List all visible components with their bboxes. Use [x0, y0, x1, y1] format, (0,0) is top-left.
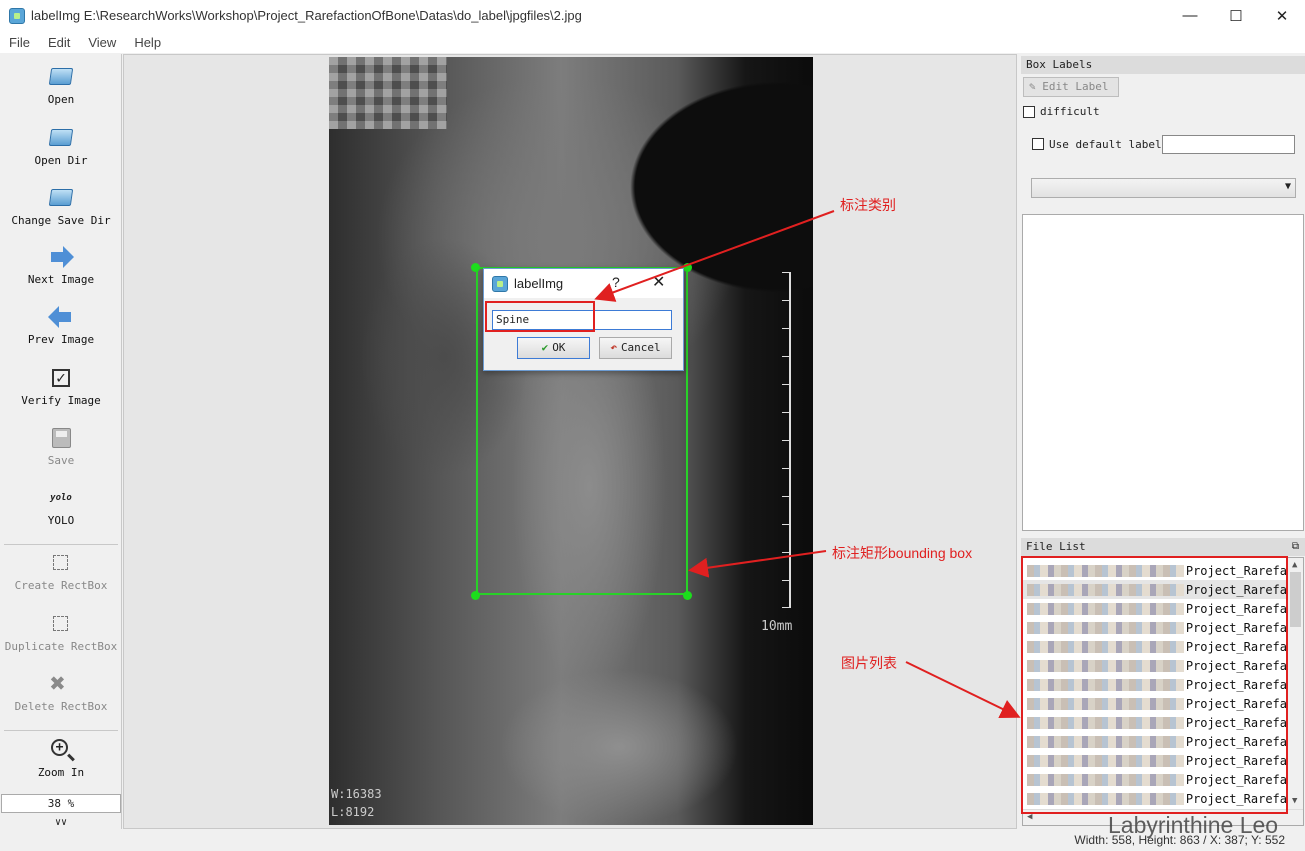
app-icon — [492, 275, 508, 292]
next-image-button[interactable]: Next Image — [0, 236, 122, 294]
delete-rectbox-button[interactable]: ✖ Delete RectBox — [0, 663, 122, 721]
folder-icon — [48, 64, 74, 90]
duplicate-rectbox-icon — [48, 611, 74, 637]
menu-bar: File Edit View Help — [0, 31, 1305, 53]
use-default-label-checkbox[interactable] — [1032, 138, 1044, 150]
image-canvas[interactable]: 10mm W:16383 L:8192 labelImg ? ✕ Spine ✔… — [123, 54, 1017, 829]
annotation-bbox: 标注矩形bounding box — [832, 545, 973, 561]
ruler-scale — [781, 272, 791, 608]
menu-edit[interactable]: Edit — [39, 35, 79, 50]
yolo-format-button[interactable]: yolo YOLO — [0, 477, 122, 535]
annotation-image-list: 图片列表 — [841, 655, 897, 671]
maximize-button[interactable]: ☐ — [1213, 0, 1259, 31]
left-toolbar: Open Open Dir Change Save Dir Next Image… — [0, 54, 122, 829]
window-title: labelImg E:\ResearchWorks\Workshop\Proje… — [31, 8, 582, 23]
chevron-down-icon: ▼ — [1284, 181, 1291, 192]
save-button[interactable]: Save — [0, 417, 122, 475]
zoom-value-field[interactable]: 38 % — [1, 794, 121, 813]
label-combobox[interactable]: ▼ — [1031, 178, 1296, 198]
app-icon — [9, 7, 25, 24]
float-dock-icon[interactable]: ⧉ — [1292, 538, 1299, 556]
scale-label: 10mm — [761, 619, 793, 634]
use-default-label-label: Use default label — [1049, 138, 1162, 151]
close-icon[interactable]: ✕ — [652, 272, 665, 292]
vertical-scrollbar[interactable]: ▲ ▼ — [1287, 558, 1303, 810]
delete-rectbox-icon: ✖ — [50, 669, 66, 699]
yolo-icon: yolo — [50, 493, 72, 503]
right-panel: Box Labels ✎ Edit Label difficult Use de… — [1021, 54, 1305, 829]
change-save-dir-button[interactable]: Change Save Dir — [0, 177, 122, 235]
bbox-handle[interactable] — [471, 591, 480, 600]
anonymized-area — [329, 57, 447, 129]
dialog-title: labelImg — [514, 276, 564, 291]
default-label-input[interactable] — [1162, 135, 1295, 154]
zoom-in-icon: + — [48, 737, 74, 763]
arrow-left-icon — [48, 304, 74, 330]
dialog-title-bar: labelImg ? ✕ — [484, 269, 683, 298]
menu-view[interactable]: View — [79, 35, 125, 50]
annotation-label-category: 标注类别 — [840, 197, 896, 213]
zoom-in-button[interactable]: + Zoom In — [0, 729, 122, 787]
scroll-up-icon[interactable]: ▲ — [1292, 560, 1297, 570]
file-list-title: File List ⧉ — [1021, 538, 1305, 556]
window-level-label: L:8192 — [331, 805, 375, 819]
verify-image-button[interactable]: ✓ Verify Image — [0, 357, 122, 415]
create-rectbox-button[interactable]: Create RectBox — [0, 542, 122, 600]
open-button[interactable]: Open — [0, 56, 122, 114]
folder-icon — [48, 125, 74, 151]
highlight-label-input — [485, 301, 595, 332]
bbox-handle[interactable] — [471, 263, 480, 272]
undo-icon: ↶ — [610, 341, 617, 354]
scroll-down-icon[interactable]: ▼ — [1292, 796, 1297, 806]
edit-label-button[interactable]: ✎ Edit Label — [1023, 77, 1119, 97]
create-rectbox-icon — [48, 550, 74, 576]
window-width-label: W:16383 — [331, 787, 382, 801]
duplicate-rectbox-button[interactable]: Duplicate RectBox — [0, 603, 122, 661]
menu-help[interactable]: Help — [125, 35, 170, 50]
check-icon: ✔ — [541, 341, 549, 354]
help-button[interactable]: ? — [612, 274, 620, 290]
arrow-right-icon — [48, 244, 74, 270]
bbox-handle[interactable] — [683, 591, 692, 600]
cancel-button[interactable]: ↶ Cancel — [599, 337, 672, 359]
scrollbar-thumb[interactable] — [1290, 572, 1301, 627]
toolbar-more-icon[interactable]: ∨∨ — [0, 817, 122, 828]
difficult-checkbox[interactable] — [1023, 106, 1035, 118]
close-button[interactable]: ✕ — [1259, 0, 1305, 31]
highlight-file-list — [1021, 556, 1288, 814]
folder-icon — [48, 185, 74, 211]
open-dir-button[interactable]: Open Dir — [0, 117, 122, 175]
prev-image-button[interactable]: Prev Image — [0, 296, 122, 354]
ok-button[interactable]: ✔ OK — [517, 337, 590, 359]
menu-file[interactable]: File — [0, 35, 39, 50]
box-labels-title: Box Labels — [1021, 56, 1305, 74]
title-bar: labelImg E:\ResearchWorks\Workshop\Proje… — [0, 0, 1305, 31]
bbox-handle[interactable] — [683, 263, 692, 272]
checkbox-icon: ✓ — [48, 365, 74, 391]
watermark: Labyrinthine Leo — [1108, 812, 1279, 838]
label-list[interactable] — [1022, 214, 1304, 531]
minimize-button[interactable]: — — [1167, 0, 1213, 31]
floppy-icon — [48, 425, 74, 451]
difficult-label: difficult — [1040, 105, 1100, 118]
